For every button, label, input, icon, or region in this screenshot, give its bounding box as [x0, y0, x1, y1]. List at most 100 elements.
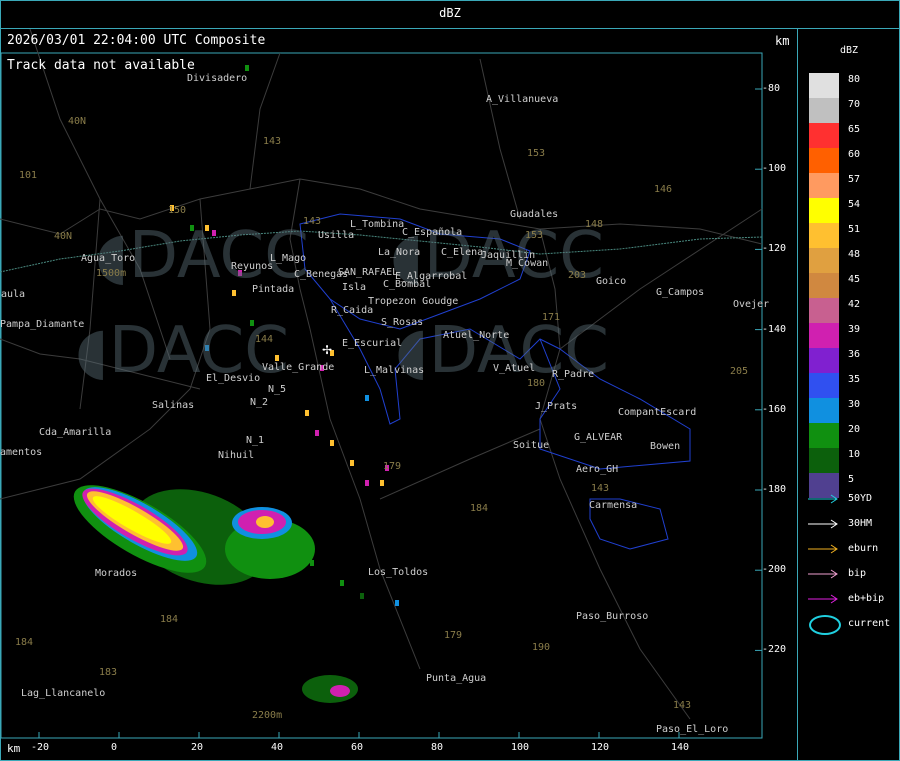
radar-echo-pixel	[305, 410, 309, 416]
place-label: Valle_Grande	[262, 362, 335, 373]
legend-swatch	[809, 73, 839, 98]
place-label: C_Española	[402, 227, 463, 238]
legend-value: 48	[848, 249, 861, 260]
place-label: R_Padre	[552, 369, 595, 380]
radar-echo	[256, 516, 274, 528]
track-arrow-icon	[808, 544, 838, 554]
track-label: eburn	[848, 543, 879, 554]
road-number-label: 40N	[54, 231, 73, 242]
place-label: Usilla	[318, 230, 355, 241]
radar-echo-pixel	[365, 395, 369, 401]
place-label: N_5	[268, 384, 287, 395]
radar-echo-pixel	[380, 480, 384, 486]
radar-echo-pixel	[350, 460, 354, 466]
map-canvas[interactable]: ✢	[0, 29, 797, 761]
legend-value: 5	[848, 474, 855, 485]
road-line	[249, 52, 281, 190]
road-number-label: 180	[527, 378, 546, 389]
track-label: 50YD	[848, 493, 873, 504]
track-label: 30HM	[848, 518, 873, 529]
place-label: N_1	[246, 435, 265, 446]
road-number-label: 190	[532, 642, 551, 653]
place-label: N_2	[250, 397, 269, 408]
radar-echo	[302, 675, 358, 703]
current-ellipse-icon	[809, 615, 841, 635]
radar-echo-pixel	[245, 65, 249, 71]
track-notice: Track data not available	[7, 58, 195, 73]
x-tick-label: 0	[111, 742, 118, 753]
place-label: S_Rosas	[381, 317, 424, 328]
place-label: A_Villanueva	[486, 94, 559, 105]
y-tick-label: -220	[762, 644, 787, 656]
track-arrow-icon	[808, 594, 838, 604]
place-label: El_Desvio	[206, 373, 261, 384]
place-label: Tropezon Goudge	[368, 296, 459, 307]
legend-swatch	[809, 248, 839, 273]
legend-value: 20	[848, 424, 861, 435]
place-label: aula	[1, 289, 26, 300]
legend-title: dBZ	[840, 45, 859, 56]
place-label: G_Campos	[656, 287, 705, 298]
x-tick-label: 20	[191, 742, 204, 753]
road-number-label: 143	[263, 136, 282, 147]
place-label: Goico	[596, 276, 627, 287]
legend-value: 80	[848, 74, 861, 85]
road-number-label: 153	[525, 230, 544, 241]
legend-swatch	[809, 123, 839, 148]
road-number-label: 150	[168, 205, 187, 216]
place-label: Bowen	[650, 441, 681, 452]
place-label: R_Caida	[331, 305, 374, 316]
place-label: Salinas	[152, 400, 195, 411]
track-arrow-icon	[808, 569, 838, 579]
place-label: Guadales	[510, 209, 559, 220]
road-number-label: 153	[527, 148, 546, 159]
legend-value: 10	[848, 449, 861, 460]
x-axis-unit: km	[7, 742, 21, 755]
track-arrow-icon	[808, 494, 838, 504]
legend-swatch	[809, 348, 839, 373]
legend-value: 60	[848, 149, 861, 160]
x-tick-label: 140	[671, 742, 690, 753]
place-label: Pintada	[252, 284, 295, 295]
road-number-label: 143	[303, 216, 322, 227]
radar-echo-pixel	[395, 600, 399, 606]
radar-echo-pixel	[310, 560, 314, 566]
radar-echo-pixel	[300, 545, 304, 551]
road-number-label: 143	[591, 483, 610, 494]
place-label: Aero_GH	[576, 464, 619, 475]
legend-swatch	[809, 273, 839, 298]
current-label: current	[848, 618, 891, 629]
road-number-label: 148	[585, 219, 604, 230]
legend-value: 45	[848, 274, 861, 285]
legend-value: 54	[848, 199, 861, 210]
legend-swatch	[809, 173, 839, 198]
place-label: Punta_Agua	[426, 673, 487, 684]
radar-echo-pixel	[340, 580, 344, 586]
place-label: L_Malvinas	[364, 365, 425, 376]
legend-swatch	[809, 198, 839, 223]
road-number-label: 179	[444, 630, 463, 641]
place-label: Ovejer	[733, 299, 770, 310]
road-number-label: 144	[255, 334, 274, 345]
legend-swatch	[809, 323, 839, 348]
legend-value: 39	[848, 324, 861, 335]
x-tick-label: 60	[351, 742, 364, 753]
road-number-label: 184	[470, 503, 489, 514]
radar-echo	[330, 685, 350, 697]
x-tick-label: 80	[431, 742, 444, 753]
road-line	[479, 58, 521, 220]
legend-swatch	[809, 148, 839, 173]
legend-value: 51	[848, 224, 861, 235]
x-tick-label: 100	[511, 742, 530, 753]
road-number-label: 179	[383, 461, 402, 472]
legend-swatch	[809, 373, 839, 398]
place-label: Agua_Toro	[81, 253, 136, 264]
place-label: Paso_El_Loro	[656, 724, 729, 735]
radar-map[interactable]: ✢ ◖DACC ◖DACC ◖DACC ◖DACC 2026/03/01 22:…	[0, 29, 798, 761]
place-label: L_Mago	[270, 253, 307, 264]
title-bar: dBZ	[0, 0, 900, 29]
legend-swatch	[809, 423, 839, 448]
place-label: M_Cowan	[506, 258, 549, 269]
place-label: V_Atuel	[493, 363, 536, 374]
place-label: SAN_RAFAEL	[338, 267, 399, 278]
